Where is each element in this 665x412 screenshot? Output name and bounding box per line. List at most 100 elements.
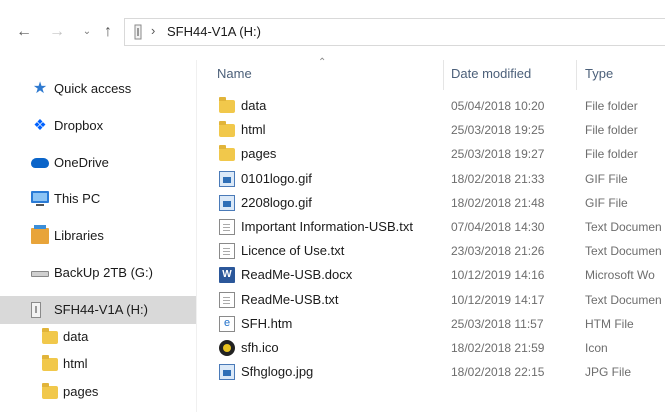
nav-item-label: data: [63, 329, 89, 344]
file-name: Sfhglogo.jpg: [241, 364, 314, 380]
arrow-left-icon[interactable]: ←: [14, 22, 34, 42]
file-type: File folder: [585, 99, 638, 113]
image-file-icon: [219, 170, 235, 187]
file-explorer-window: ← → ⌄ ↑ › SFH44-V1A (H:) ★ Quick access ❖ D…: [0, 0, 665, 412]
file-row[interactable]: Important Information-USB.txt 07/04/2018 …: [210, 215, 665, 239]
usb-drive-icon: [132, 24, 144, 40]
text-file-icon: [219, 291, 235, 308]
column-header-date-modified[interactable]: Date modified: [451, 60, 531, 88]
file-name: pages: [241, 146, 277, 162]
folder-icon: [42, 383, 58, 399]
file-row[interactable]: 0101logo.gif 18/02/2018 21:33 GIF File: [210, 167, 665, 191]
file-date-modified: 05/04/2018 10:20: [451, 99, 545, 113]
chevron-down-icon[interactable]: ⌄: [80, 22, 94, 42]
folder-icon: [219, 97, 235, 113]
nav-item-label: SFH44-V1A (H:): [54, 302, 148, 317]
nav-item-html[interactable]: html: [0, 350, 196, 378]
column-header-name[interactable]: Name: [217, 60, 252, 88]
file-row[interactable]: sfh.ico 18/02/2018 21:59 Icon: [210, 336, 665, 360]
file-name: SFH.htm: [241, 315, 293, 331]
file-name: Important Information-USB.txt: [241, 219, 413, 234]
file-row[interactable]: html 25/03/2018 19:25 File folder: [210, 118, 665, 142]
nav-item-label: Dropbox: [54, 118, 104, 133]
file-name: ReadMe-USB.docx: [241, 267, 353, 283]
nav-item-label: OneDrive: [54, 155, 109, 170]
file-row[interactable]: Sfhglogo.jpg 18/02/2018 22:15 JPG File: [210, 360, 665, 384]
arrow-right-icon[interactable]: →: [48, 22, 66, 42]
column-header-type[interactable]: Type: [585, 60, 613, 88]
file-date-modified: 18/02/2018 21:59: [451, 341, 545, 355]
file-type: File folder: [585, 123, 638, 138]
nav-item-pages[interactable]: pages: [0, 378, 196, 406]
file-name: 0101logo.gif: [241, 170, 312, 186]
file-date-modified: 25/03/2018 11:57: [451, 316, 544, 331]
file-date-modified: 25/03/2018 19:27: [451, 147, 545, 162]
file-name: html: [241, 122, 266, 138]
file-name: sfh.ico: [241, 340, 279, 355]
nav-item-label: This PC: [54, 191, 101, 206]
chevron-right-icon: ›: [151, 23, 156, 38]
file-name: 2208logo.gif: [241, 194, 312, 210]
file-type: Icon: [585, 341, 608, 355]
file-type: HTM File: [585, 316, 634, 331]
file-date-modified: 18/02/2018 22:15: [451, 365, 545, 380]
file-row[interactable]: W ReadMe-USB.docx 10/12/2019 14:16 Microsof…: [210, 263, 665, 287]
file-type: Microsoft Wo: [585, 268, 655, 283]
file-row[interactable]: e SFH.htm 25/03/2018 11:57 HTM File: [210, 312, 665, 336]
word-file-icon: W: [219, 267, 235, 284]
folder-icon: [42, 355, 58, 371]
usb-drive-icon: [31, 302, 41, 318]
nav-item-quick-access[interactable]: ★ Quick access: [0, 75, 196, 103]
file-date-modified: 23/03/2018 21:26: [451, 244, 545, 259]
address-bar[interactable]: › SFH44-V1A (H:): [124, 18, 665, 46]
file-date-modified: 07/04/2018 14:30: [451, 220, 545, 234]
nav-item-onedrive[interactable]: OneDrive: [0, 149, 196, 177]
file-date-modified: 10/12/2019 14:16: [451, 268, 545, 283]
file-type: Text Documen: [585, 292, 662, 307]
computer-icon: [31, 191, 49, 206]
file-date-modified: 10/12/2019 14:17: [451, 292, 545, 307]
nav-item-dropbox[interactable]: ❖ Dropbox: [0, 112, 196, 140]
file-type: Text Documen: [585, 220, 662, 234]
text-file-icon: [219, 243, 235, 260]
nav-item-this-pc[interactable]: This PC: [0, 185, 196, 213]
image-file-icon: [219, 194, 235, 211]
image-file-icon: [219, 364, 235, 381]
cloud-icon: [31, 158, 49, 168]
nav-item-label: Quick access: [54, 81, 132, 96]
file-row[interactable]: Licence of Use.txt 23/03/2018 21:26 Text D…: [210, 239, 665, 263]
folder-icon: [42, 328, 58, 344]
column-divider[interactable]: [576, 60, 577, 90]
file-row[interactable]: 2208logo.gif 18/02/2018 21:48 GIF File: [210, 191, 665, 215]
folder-icon: [219, 121, 235, 138]
file-row[interactable]: ReadMe-USB.txt 10/12/2019 14:17 Text Docum…: [210, 288, 665, 312]
hard-drive-icon: [31, 271, 49, 277]
arrow-up-icon[interactable]: ↑: [99, 22, 117, 42]
sort-ascending-icon: ⌃: [318, 57, 327, 68]
nav-item-libraries[interactable]: Libraries: [0, 222, 196, 250]
library-icon: [31, 225, 49, 244]
navigation-pane: ★ Quick access ❖ Dropbox OneDrive This PC Libr…: [0, 60, 196, 412]
file-date-modified: 25/03/2018 19:25: [451, 123, 545, 138]
pane-divider[interactable]: [196, 60, 197, 412]
folder-icon: [219, 145, 235, 162]
file-type: JPG File: [585, 365, 632, 380]
file-name: data: [241, 98, 267, 113]
file-row[interactable]: data 05/04/2018 10:20 File folder: [210, 94, 665, 118]
file-type: File folder: [585, 147, 638, 162]
nav-item-label: pages: [63, 384, 99, 399]
nav-item-label: Libraries: [54, 228, 104, 243]
column-divider[interactable]: [443, 60, 444, 90]
file-name: Licence of Use.txt: [241, 243, 345, 259]
nav-item-data[interactable]: data: [0, 323, 196, 351]
ico-file-icon: [219, 340, 235, 356]
html-file-icon: e: [219, 315, 235, 332]
address-path[interactable]: SFH44-V1A (H:): [167, 24, 261, 39]
star-icon: ★: [32, 80, 48, 97]
nav-item-backup-2tb-g[interactable]: BackUp 2TB (G:): [0, 259, 196, 287]
nav-item-label: html: [63, 356, 88, 371]
text-file-icon: [219, 219, 235, 235]
file-row[interactable]: pages 25/03/2018 19:27 File folder: [210, 142, 665, 166]
nav-item-sfh44-v1a-h[interactable]: SFH44-V1A (H:): [0, 296, 196, 324]
navigation-bar: ← → ⌄ ↑ › SFH44-V1A (H:): [0, 0, 665, 60]
